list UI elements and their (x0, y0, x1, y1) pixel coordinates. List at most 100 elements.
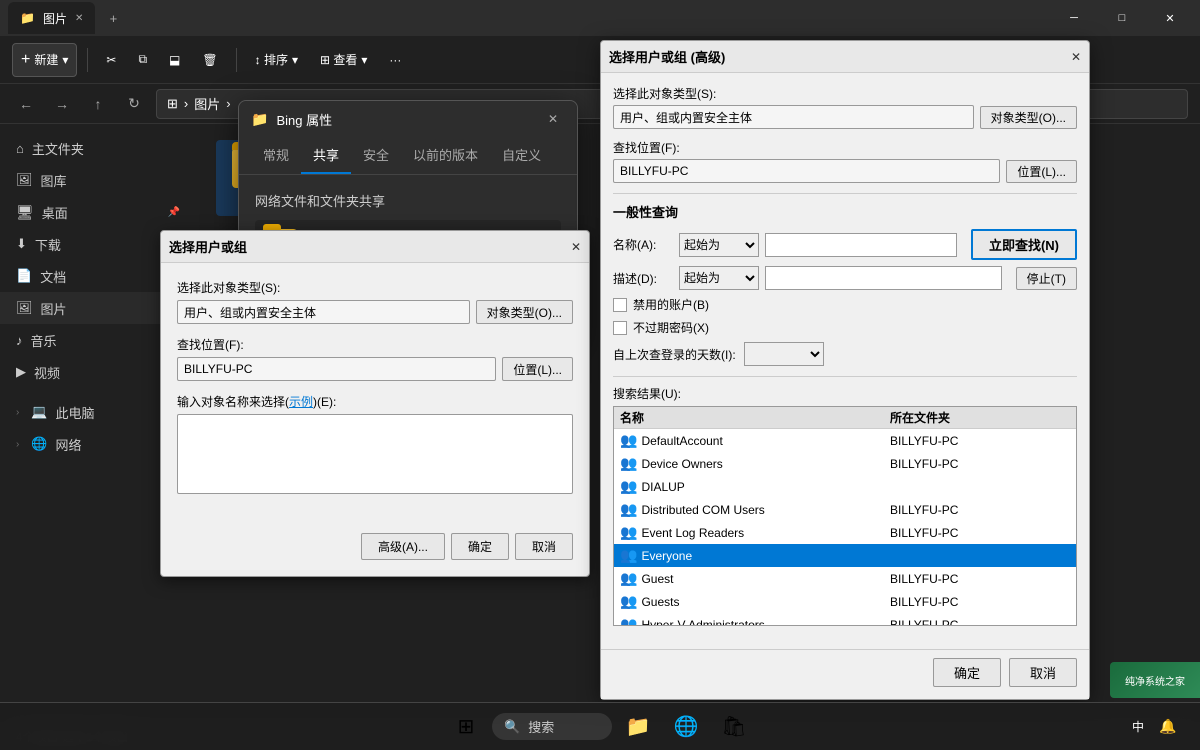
back-button[interactable]: ← (12, 90, 40, 118)
view-button[interactable]: ⊞ 查看 ▾ (312, 43, 375, 77)
adv-object-type-button[interactable]: 对象类型(O)... (980, 106, 1077, 129)
results-row-8[interactable]: 👥 Hyper-V Administrators BILLYFU-PC (614, 613, 1076, 626)
adv-days-select[interactable] (744, 342, 824, 366)
results-row-6[interactable]: 👥 Guest BILLYFU-PC (614, 567, 1076, 590)
more-icon: ··· (389, 53, 401, 67)
advanced-cancel-button[interactable]: 取消 (1009, 658, 1077, 687)
adv-general-query-section: 一般性查询 名称(A): 起始为 立即查找(N) 描述(D): 起始为 停止(T… (613, 202, 1077, 366)
results-row-2[interactable]: 👥 DIALUP (614, 475, 1076, 498)
up-button[interactable]: ↑ (84, 90, 112, 118)
object-type-button[interactable]: 对象类型(O)... (476, 300, 573, 324)
location-button[interactable]: 位置(L)... (502, 357, 573, 381)
object-type-label: 选择此对象类型(S): (177, 279, 573, 296)
adv-no-expire-checkbox[interactable] (613, 321, 627, 335)
col-location: 所在文件夹 (890, 409, 1070, 426)
adv-desc-select[interactable]: 起始为 (679, 266, 759, 290)
tab-general[interactable]: 常规 (251, 137, 301, 174)
results-row-3[interactable]: 👥 Distributed COM Users BILLYFU-PC (614, 498, 1076, 521)
results-row-7[interactable]: 👥 Guests BILLYFU-PC (614, 590, 1076, 613)
taskbar-right: 中 🔔 (1132, 707, 1184, 747)
advanced-body: 选择此对象类型(S): 用户、组或内置安全主体 对象类型(O)... 查找位置(… (601, 73, 1089, 638)
adv-location-input: BILLYFU-PC (613, 159, 1000, 183)
results-row-0[interactable]: 👥 DefaultAccount BILLYFU-PC (614, 429, 1076, 452)
sidebar-item-gallery[interactable]: 🖼 图库 (0, 164, 200, 196)
adv-disabled-label: 禁用的账户(B) (633, 296, 709, 313)
object-type-input-group: 用户、组或内置安全主体 对象类型(O)... (177, 300, 573, 324)
sidebar-item-home[interactable]: ⌂ 主文件夹 (0, 132, 200, 164)
advanced-title: 选择用户或组 (高级) (609, 47, 1063, 66)
thispc-expand-icon: › (16, 407, 19, 418)
taskbar-store-button[interactable]: 🛍 (712, 707, 756, 747)
sort-button[interactable]: ↕ 排序 ▾ (247, 43, 306, 77)
adv-object-type-section: 选择此对象类型(S): 用户、组或内置安全主体 对象类型(O)... (613, 85, 1077, 129)
tab-customize[interactable]: 自定义 (490, 137, 553, 174)
maximize-button[interactable]: □ (1100, 2, 1144, 34)
refresh-button[interactable]: ↻ (120, 90, 148, 118)
tab-share[interactable]: 共享 (301, 137, 351, 174)
taskbar-file-explorer-button[interactable]: 📁 (616, 707, 660, 747)
adv-name-input[interactable] (765, 233, 957, 257)
downloads-icon: ⬇ (16, 236, 27, 252)
cut-button[interactable]: ✂ (98, 43, 124, 77)
advanced-button[interactable]: 高级(A)... (361, 533, 445, 560)
results-cell-loc-4: BILLYFU-PC (890, 526, 1070, 540)
user-icon-8: 👥 (620, 616, 637, 626)
adv-name-select[interactable]: 起始为 (679, 233, 759, 257)
advanced-close-button[interactable]: ✕ (1071, 50, 1081, 64)
example-link[interactable]: 示例 (289, 395, 313, 409)
adv-object-type-row: 用户、组或内置安全主体 对象类型(O)... (613, 105, 1077, 129)
start-button[interactable]: ⊞ (444, 707, 488, 747)
results-cell-name-3: 👥 Distributed COM Users (620, 501, 890, 518)
tab-security[interactable]: 安全 (351, 137, 401, 174)
user-icon-3: 👥 (620, 501, 637, 518)
explorer-tab[interactable]: 📁 图片 ✕ (8, 2, 95, 34)
taskbar-explorer-icon: 📁 (626, 714, 651, 739)
select-user-cancel-button[interactable]: 取消 (515, 533, 573, 560)
watermark-text: 纯净系统之家 (1125, 673, 1185, 688)
minimize-button[interactable]: ─ (1052, 2, 1096, 34)
results-row-5[interactable]: 👥 Everyone (614, 544, 1076, 567)
taskbar-search-box[interactable]: 🔍 搜索 (492, 713, 612, 740)
user-icon-1: 👥 (620, 455, 637, 472)
adv-general-query-title: 一般性查询 (613, 202, 1077, 221)
adv-location-button[interactable]: 位置(L)... (1006, 160, 1077, 183)
adv-stop-button[interactable]: 停止(T) (1016, 267, 1077, 290)
tab-close-icon[interactable]: ✕ (75, 13, 83, 24)
more-button[interactable]: ··· (381, 43, 409, 77)
bing-props-close-button[interactable]: ✕ (541, 107, 565, 131)
tab-previous-versions[interactable]: 以前的版本 (401, 137, 490, 174)
music-icon: ♪ (16, 333, 23, 348)
advanced-ok-button[interactable]: 确定 (933, 658, 1001, 687)
copy-button[interactable]: ⧉ (130, 43, 155, 77)
new-button[interactable]: + 新建 ▾ (12, 43, 77, 77)
results-row-4[interactable]: 👥 Event Log Readers BILLYFU-PC (614, 521, 1076, 544)
results-row-1[interactable]: 👥 Device Owners BILLYFU-PC (614, 452, 1076, 475)
adv-disabled-checkbox[interactable] (613, 298, 627, 312)
documents-icon: 📄 (16, 268, 32, 284)
delete-button[interactable]: 🗑 (194, 43, 225, 77)
forward-button[interactable]: → (48, 90, 76, 118)
select-user-close-button[interactable]: ✕ (571, 240, 581, 254)
tab-label: 图片 (43, 10, 67, 27)
adv-no-expire-label: 不过期密码(X) (633, 319, 709, 336)
object-name-textarea[interactable] (177, 414, 573, 494)
new-icon: + (21, 51, 30, 69)
results-cell-loc-7: BILLYFU-PC (890, 595, 1070, 609)
results-rows-container: 👥 DefaultAccount BILLYFU-PC 👥 Device Own… (614, 429, 1076, 626)
toolbar-separator-2 (236, 48, 237, 72)
adv-search-button[interactable]: 立即查找(N) (971, 229, 1077, 260)
adv-desc-input[interactable] (765, 266, 1002, 290)
taskbar-edge-button[interactable]: 🌐 (664, 707, 708, 747)
select-user-ok-button[interactable]: 确定 (451, 533, 509, 560)
close-button[interactable]: ✕ (1148, 2, 1192, 34)
sidebar-item-desktop[interactable]: 🖥 桌面 📌 (0, 196, 200, 228)
paste-icon: ⬓ (169, 53, 180, 67)
notification-button[interactable]: 🔔 (1152, 707, 1184, 747)
paste-button[interactable]: ⬓ (161, 43, 188, 77)
taskbar: ⊞ 🔍 搜索 📁 🌐 🛍 中 🔔 (0, 702, 1200, 750)
results-cell-name-4: 👥 Event Log Readers (620, 524, 890, 541)
search-results-table[interactable]: 名称 所在文件夹 👥 DefaultAccount BILLYFU-PC 👥 D… (613, 406, 1077, 626)
bing-props-title-text: Bing 属性 (276, 110, 533, 129)
new-tab-button[interactable]: + (99, 4, 127, 32)
pictures-icon: 🖼 (16, 300, 33, 316)
